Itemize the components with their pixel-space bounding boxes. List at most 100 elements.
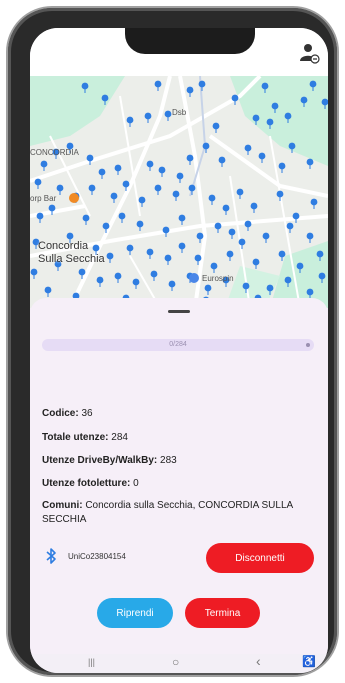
map-pin[interactable] xyxy=(132,278,140,286)
home-icon[interactable]: ○ xyxy=(172,655,179,669)
map-pin[interactable] xyxy=(300,96,308,104)
map-pin[interactable] xyxy=(296,262,304,270)
map-pin[interactable] xyxy=(196,232,204,240)
map-pin[interactable] xyxy=(176,172,184,180)
map-pin[interactable] xyxy=(310,198,318,206)
map-pin[interactable] xyxy=(252,258,260,266)
accessibility-icon[interactable]: ♿ xyxy=(302,655,316,668)
map-pin[interactable] xyxy=(316,250,324,258)
map-pin[interactable] xyxy=(82,214,90,222)
map-pin[interactable] xyxy=(96,276,104,284)
map-pin[interactable] xyxy=(208,194,216,202)
map-pin[interactable] xyxy=(92,244,100,252)
map-pin[interactable] xyxy=(146,248,154,256)
map-pin[interactable] xyxy=(78,268,86,276)
map-pin[interactable] xyxy=(226,250,234,258)
map-pin[interactable] xyxy=(238,238,246,246)
map-pin[interactable] xyxy=(102,222,110,230)
map-pin[interactable] xyxy=(81,82,89,90)
recents-icon[interactable]: ||| xyxy=(88,657,95,667)
map-pin[interactable] xyxy=(146,160,154,168)
map-pin[interactable] xyxy=(278,162,286,170)
map-pin[interactable] xyxy=(194,254,202,262)
map-pin[interactable] xyxy=(242,282,250,290)
map-pin[interactable] xyxy=(162,226,170,234)
map-pin[interactable] xyxy=(154,184,162,192)
map-pin[interactable] xyxy=(284,276,292,284)
map-pin[interactable] xyxy=(210,262,218,270)
map-pin[interactable] xyxy=(318,272,326,280)
map-pin[interactable] xyxy=(218,156,226,164)
map-pin[interactable] xyxy=(214,222,222,230)
map-pin[interactable] xyxy=(244,220,252,228)
map-pin[interactable] xyxy=(258,152,266,160)
user-settings-icon[interactable] xyxy=(298,42,320,64)
map-pin[interactable] xyxy=(252,114,260,122)
map-pin[interactable] xyxy=(98,168,106,176)
map-pin[interactable] xyxy=(292,212,300,220)
map-pin[interactable] xyxy=(164,254,172,262)
map-pin[interactable] xyxy=(56,184,64,192)
map-pin[interactable] xyxy=(262,232,270,240)
resume-button[interactable]: Riprendi xyxy=(97,598,173,628)
map-pin[interactable] xyxy=(86,154,94,162)
map-pin[interactable] xyxy=(231,94,239,102)
map-pin[interactable] xyxy=(144,112,152,120)
map-pin[interactable] xyxy=(48,204,56,212)
map-pin[interactable] xyxy=(306,158,314,166)
map-pin[interactable] xyxy=(186,86,194,94)
map-pin[interactable] xyxy=(136,220,144,228)
map-pin[interactable] xyxy=(158,166,166,174)
map-pin[interactable] xyxy=(244,144,252,152)
map-pin[interactable] xyxy=(266,118,274,126)
map-pin[interactable] xyxy=(66,232,74,240)
map-pin[interactable] xyxy=(266,284,274,292)
map-pin[interactable] xyxy=(126,116,134,124)
map-pin[interactable] xyxy=(202,142,210,150)
map-pin[interactable] xyxy=(250,202,258,210)
map-view[interactable]: Dsb CONCORDIA orp Bar Concordia Sulla Se… xyxy=(30,76,328,308)
map-pin[interactable] xyxy=(286,222,294,230)
back-icon[interactable]: ‹ xyxy=(256,653,261,669)
map-pin[interactable] xyxy=(271,102,279,110)
map-pin[interactable] xyxy=(138,196,146,204)
map-pin[interactable] xyxy=(228,228,236,236)
map-pin[interactable] xyxy=(198,80,206,88)
map-pin[interactable] xyxy=(172,190,180,198)
map-pin[interactable] xyxy=(186,154,194,162)
map-pin[interactable] xyxy=(126,244,134,252)
map-pin[interactable] xyxy=(114,272,122,280)
map-pin[interactable] xyxy=(236,188,244,196)
map-pin[interactable] xyxy=(44,286,52,294)
map-pin[interactable] xyxy=(276,190,284,198)
map-pin[interactable] xyxy=(306,232,314,240)
map-pin[interactable] xyxy=(106,252,114,260)
map-pin[interactable] xyxy=(222,204,230,212)
map-pin[interactable] xyxy=(306,288,314,296)
map-pin[interactable] xyxy=(288,142,296,150)
map-pin[interactable] xyxy=(261,82,269,90)
map-pin[interactable] xyxy=(150,270,158,278)
map-pin[interactable] xyxy=(101,94,109,102)
shop-poi-icon[interactable] xyxy=(189,273,199,283)
map-pin[interactable] xyxy=(164,110,172,118)
map-pin[interactable] xyxy=(34,178,42,186)
map-pin[interactable] xyxy=(36,212,44,220)
map-pin[interactable] xyxy=(278,250,286,258)
map-pin[interactable] xyxy=(178,214,186,222)
map-pin[interactable] xyxy=(212,122,220,130)
map-pin[interactable] xyxy=(284,112,292,120)
map-pin[interactable] xyxy=(122,180,130,188)
map-pin[interactable] xyxy=(110,192,118,200)
map-pin[interactable] xyxy=(40,160,48,168)
map-pin[interactable] xyxy=(309,80,317,88)
map-pin[interactable] xyxy=(204,284,212,292)
drag-handle[interactable] xyxy=(168,310,190,313)
map-pin[interactable] xyxy=(30,268,38,276)
stop-button[interactable]: Termina xyxy=(185,598,260,628)
disconnect-button[interactable]: Disconnetti xyxy=(206,543,314,573)
map-pin[interactable] xyxy=(188,184,196,192)
bar-poi-icon[interactable] xyxy=(69,193,79,203)
map-pin[interactable] xyxy=(88,184,96,192)
map-pin[interactable] xyxy=(168,280,176,288)
